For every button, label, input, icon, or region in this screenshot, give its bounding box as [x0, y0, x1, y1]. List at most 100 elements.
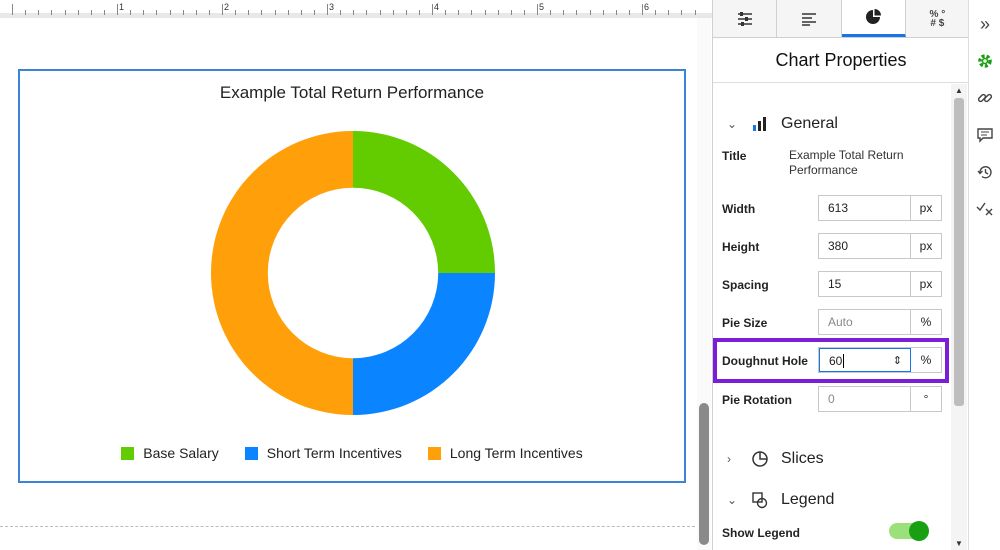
- panel-tabs: % ° # $: [713, 0, 969, 38]
- gear-icon[interactable]: [969, 52, 1000, 75]
- slice-base-salary[interactable]: [353, 131, 495, 273]
- ruler-tick: [103, 10, 105, 15]
- height-input[interactable]: 380: [819, 234, 911, 258]
- spinner-icon[interactable]: ⇕: [893, 349, 902, 373]
- ruler-tick: [287, 10, 289, 15]
- horizontal-ruler: 1 2 3 4 5 6: [0, 0, 712, 18]
- show-legend-label: Show Legend: [722, 526, 800, 540]
- doughnut-hole-value: 60: [829, 354, 843, 368]
- tab-number-format[interactable]: % ° # $: [905, 0, 969, 37]
- ruler-number: 6: [644, 2, 650, 12]
- spacing-field: 15 px: [818, 271, 942, 297]
- ruler-tick: [313, 10, 315, 15]
- bar-chart-icon: [753, 117, 766, 131]
- legend-item[interactable]: Base Salary: [121, 445, 219, 461]
- title-label: Title: [722, 149, 747, 163]
- document-scrollbar[interactable]: [697, 18, 711, 550]
- scroll-down-icon[interactable]: ▼: [955, 539, 963, 548]
- ruler-tick: [222, 4, 223, 15]
- width-field: 613 px: [818, 195, 942, 221]
- ruler-tick: [195, 10, 197, 15]
- ruler-band: [0, 13, 712, 18]
- ruler-tick: [182, 10, 184, 15]
- ruler-tick: [117, 4, 118, 15]
- width-input[interactable]: 613: [819, 196, 911, 220]
- check-x-icon[interactable]: [969, 200, 1000, 221]
- document-scrollbar-thumb[interactable]: [699, 403, 709, 545]
- collapse-panel-icon[interactable]: »: [969, 14, 1000, 35]
- section-general-label: General: [781, 115, 838, 132]
- width-unit[interactable]: px: [911, 196, 941, 220]
- slice-short-term-incentives[interactable]: [353, 273, 495, 415]
- height-label: Height: [722, 240, 760, 254]
- pie-chart-icon: [866, 9, 882, 24]
- ruler-tick: [130, 10, 132, 15]
- section-slices-header[interactable]: › Slices: [727, 450, 824, 468]
- page-break-line: [0, 526, 700, 527]
- pie-size-input[interactable]: Auto: [819, 310, 911, 334]
- doughnut-hole-field: 60 ⇕ %: [818, 347, 942, 373]
- ruler-tick: [51, 10, 53, 15]
- spacing-unit[interactable]: px: [911, 272, 941, 296]
- title-value[interactable]: Example Total Return Performance: [789, 148, 929, 178]
- link-icon[interactable]: [969, 90, 1000, 111]
- doughnut-hole-unit: %: [920, 353, 932, 367]
- history-icon[interactable]: [969, 164, 1000, 186]
- ruler-tick: [261, 10, 263, 15]
- spacing-input[interactable]: 15: [819, 272, 911, 296]
- panel-scrollbar-thumb[interactable]: [954, 98, 964, 406]
- tab-chart[interactable]: [841, 0, 906, 37]
- ruler-tick: [589, 10, 591, 15]
- pie-rotation-label: Pie Rotation: [722, 393, 793, 407]
- legend-item[interactable]: Short Term Incentives: [244, 445, 402, 461]
- legend-item[interactable]: Long Term Incentives: [427, 445, 583, 461]
- ruler-tick: [353, 10, 355, 15]
- percent-hash-icon: % ° # $: [929, 8, 946, 29]
- scroll-up-icon[interactable]: ▲: [955, 86, 963, 95]
- ruler-tick: [12, 4, 13, 15]
- panel-scrollbar[interactable]: ▲ ▼: [951, 84, 967, 550]
- ruler-tick: [628, 10, 630, 15]
- section-legend-header[interactable]: ⌄ Legend: [727, 491, 834, 509]
- show-legend-toggle[interactable]: [889, 521, 929, 541]
- ruler-number: 2: [224, 2, 230, 12]
- panel-divider: [713, 82, 969, 83]
- legend-swatch: [121, 446, 135, 460]
- height-unit[interactable]: px: [911, 234, 941, 258]
- ruler-tick: [523, 10, 525, 15]
- comment-icon[interactable]: [969, 127, 1000, 148]
- width-label: Width: [722, 202, 756, 216]
- tab-sliders[interactable]: [713, 0, 778, 37]
- ruler-number: 3: [329, 2, 335, 12]
- ruler-tick: [274, 10, 276, 15]
- ruler-tick: [340, 10, 342, 15]
- ruler-tick: [497, 10, 499, 15]
- ruler-tick: [458, 10, 460, 15]
- pie-rotation-input[interactable]: 0: [819, 387, 911, 411]
- section-general-header[interactable]: ⌄ General: [727, 115, 838, 133]
- ruler-number: 5: [539, 2, 545, 12]
- ruler-tick: [38, 10, 40, 15]
- ruler-tick: [169, 10, 171, 15]
- tab-text[interactable]: [777, 0, 842, 37]
- section-legend-label: Legend: [781, 491, 835, 508]
- ruler-tick: [681, 10, 683, 15]
- legend-label: Short Term Incentives: [266, 445, 402, 461]
- ruler-tick: [156, 10, 158, 15]
- text-align-icon: [801, 12, 816, 26]
- height-field: 380 px: [818, 233, 942, 259]
- ruler-tick: [235, 10, 237, 15]
- pie-rotation-field: 0 °: [818, 386, 942, 412]
- ruler-tick: [248, 10, 250, 15]
- ruler-tick: [64, 10, 66, 15]
- ruler-number: 1: [119, 2, 125, 12]
- doughnut-hole-label: Doughnut Hole: [722, 354, 808, 368]
- doughnut-chart: [211, 131, 495, 415]
- chart-container[interactable]: Example Total Return Performance Base Sa…: [18, 69, 686, 483]
- document-canvas: 1 2 3 4 5 6 Example Total Return Performance …: [0, 0, 712, 550]
- slice-long-term-incentives[interactable]: [211, 131, 353, 415]
- chevron-down-icon: ⌄: [727, 117, 738, 131]
- ruler-tick: [602, 10, 604, 15]
- pie-size-field: Auto %: [818, 309, 942, 335]
- doughnut-hole-input[interactable]: 60 ⇕: [819, 348, 911, 372]
